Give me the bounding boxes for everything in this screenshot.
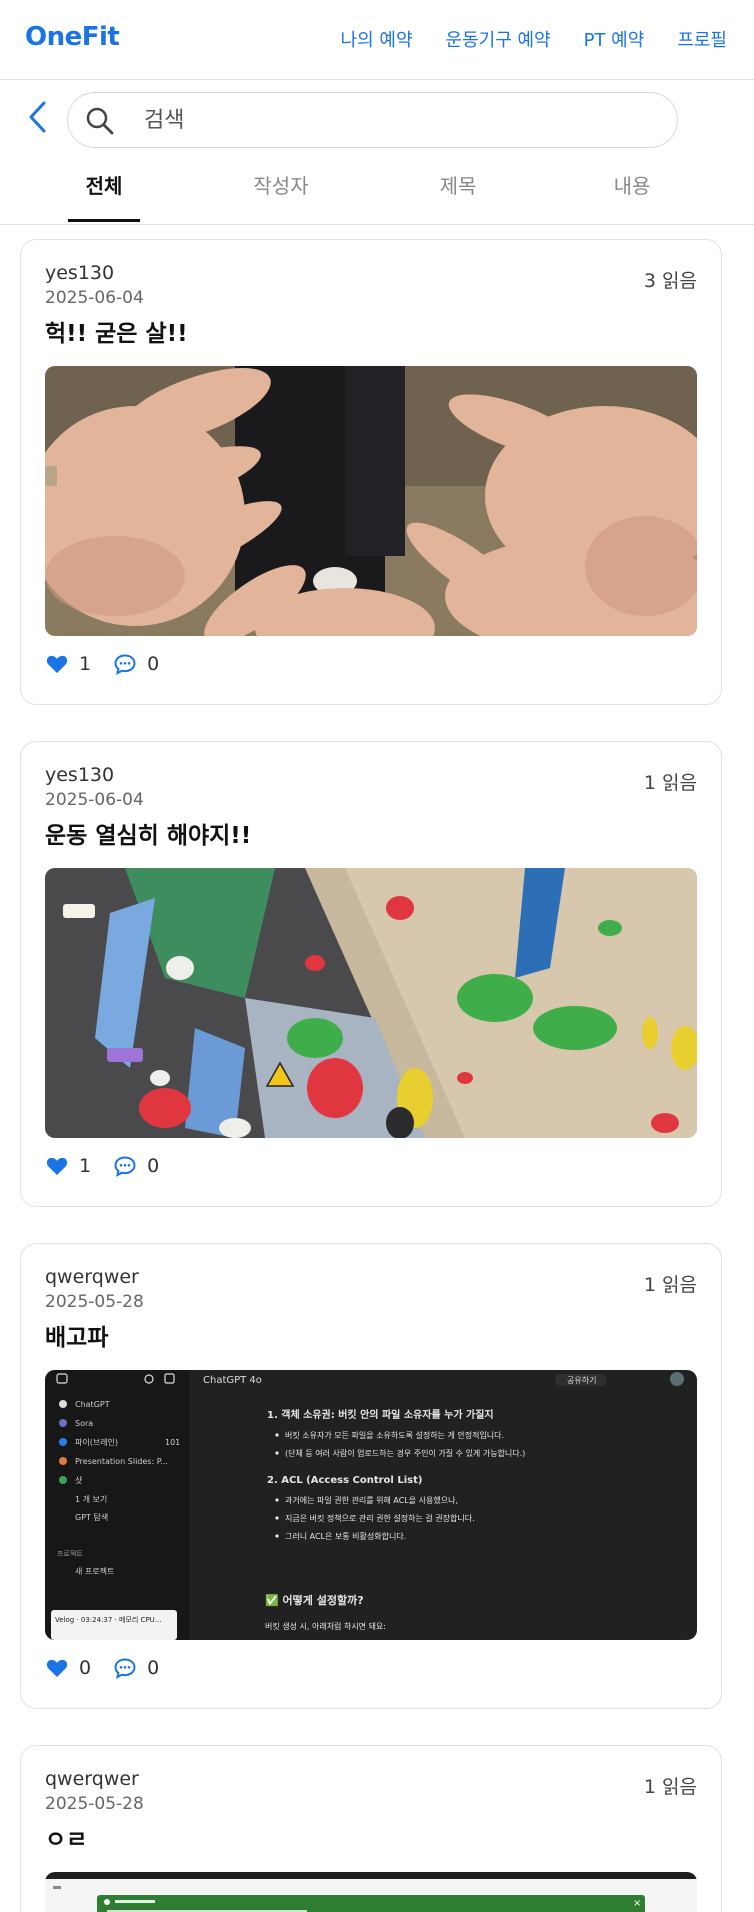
search-icon: [86, 107, 114, 135]
chevron-left-icon: [29, 101, 46, 133]
post-card[interactable]: yes130 2025-06-04 1 읽음 운동 열심히 해야지!! 1 0: [20, 741, 722, 1207]
like-count: 0: [79, 1657, 92, 1679]
nav-pt-reservation[interactable]: PT 예약: [584, 26, 645, 52]
shot-bottom-tag: Velog · 03:24:37 · 메모리 CPU...: [55, 1615, 161, 1624]
top-nav: 나의 예약 운동기구 예약 PT 예약 프로필: [341, 26, 727, 52]
tab-content[interactable]: 내용: [602, 170, 662, 222]
post-card[interactable]: qwerqwer 2025-05-28 1 읽음 배고파 ChatGPT 4o …: [20, 1243, 722, 1709]
shot-side-0: ChatGPT: [75, 1400, 110, 1409]
nav-equipment-reservation[interactable]: 운동기구 예약: [446, 26, 551, 52]
post-card[interactable]: yes130 2025-06-04 3 읽음 헉!! 굳은 살!! 1 0: [20, 239, 722, 705]
filter-tabs: 전체 작성자 제목 내용: [0, 160, 754, 225]
post-read-count: 1 읽음: [643, 1274, 697, 1296]
shot-b2-2: 그러니 ACL은 보통 비활성화합니다.: [285, 1531, 406, 1541]
comment-icon[interactable]: [113, 1656, 137, 1680]
post-read-count: 3 읽음: [643, 270, 697, 292]
comment-icon[interactable]: [113, 652, 137, 676]
post-author: qwerqwer: [45, 1768, 139, 1790]
heart-icon[interactable]: [45, 1154, 69, 1178]
shot-side-5: 1 개 보기: [75, 1494, 107, 1504]
tab-author[interactable]: 작성자: [246, 170, 316, 222]
post-title[interactable]: 배고파: [45, 1318, 108, 1352]
post-image-climbing-wall[interactable]: [45, 868, 697, 1138]
brand-logo[interactable]: OneFit: [25, 22, 120, 52]
shot-side-3: Presentation Slides: P...: [75, 1457, 168, 1466]
shot-b2-1: 지금은 버킷 정책으로 관리 권한 설정하는 걸 권장합니다.: [285, 1513, 475, 1523]
tab-title[interactable]: 제목: [428, 170, 488, 222]
post-date: 2025-06-04: [45, 790, 144, 810]
post-image-hands[interactable]: [45, 366, 697, 636]
shot-side-2: 파이(브레인): [75, 1437, 118, 1447]
post-read-count: 1 읽음: [643, 772, 697, 794]
heart-icon[interactable]: [45, 1656, 69, 1680]
post-title[interactable]: 헉!! 굳은 살!!: [45, 314, 188, 348]
post-stats: 1 0: [45, 1152, 159, 1180]
shot-side-8: 새 프로젝트: [75, 1566, 114, 1576]
svg-text:×: ×: [633, 1898, 641, 1909]
comment-count: 0: [147, 653, 160, 675]
comment-count: 0: [147, 1657, 160, 1679]
like-count: 1: [79, 653, 92, 675]
post-date: 2025-05-28: [45, 1794, 144, 1814]
nav-profile[interactable]: 프로필: [677, 26, 727, 52]
shot-side-1: Sora: [75, 1419, 93, 1428]
shot-b1-1: (단체 등 여러 사람이 업로드하는 경우 주인이 가질 수 있게 가능합니다.…: [285, 1448, 525, 1458]
post-author: qwerqwer: [45, 1266, 139, 1288]
heart-icon[interactable]: [45, 652, 69, 676]
post-stats: 0 0: [45, 1654, 159, 1682]
shot-side-6: GPT 탐색: [75, 1512, 108, 1522]
post-date: 2025-06-04: [45, 288, 144, 308]
shot-side-4: 샷: [75, 1476, 83, 1485]
post-title[interactable]: ㅇㄹ: [45, 1820, 87, 1854]
post-stats: 1 0: [45, 650, 159, 678]
post-author: yes130: [45, 764, 115, 786]
shot-tail: 버킷 생성 시, 아래처럼 하시면 돼요:: [265, 1621, 386, 1631]
shot-app-header: ChatGPT 4o: [203, 1375, 262, 1386]
post-date: 2025-05-28: [45, 1292, 144, 1312]
nav-my-reservations[interactable]: 나의 예약: [341, 26, 413, 52]
shot-side-7: 프로젝트: [57, 1549, 83, 1558]
post-image-screenshot[interactable]: ×: [45, 1872, 697, 1912]
comment-icon[interactable]: [113, 1154, 137, 1178]
post-read-count: 1 읽음: [643, 1776, 697, 1798]
shot-side-count: 101: [165, 1438, 180, 1447]
tab-all[interactable]: 전체: [68, 170, 140, 222]
shot-b1-0: 버킷 소유자가 모든 파일을 소유하도록 설정하는 게 안정적입니다.: [285, 1430, 504, 1440]
comment-count: 0: [147, 1155, 160, 1177]
shot-heading-1: 1. 객체 소유권: 버킷 안의 파일 소유자를 누가 가질지: [267, 1408, 494, 1421]
search-bar[interactable]: [67, 92, 678, 148]
top-header: OneFit 나의 예약 운동기구 예약 PT 예약 프로필: [0, 0, 754, 80]
shot-heading-2: 2. ACL (Access Control List): [267, 1475, 422, 1486]
post-author: yes130: [45, 262, 115, 284]
shot-heading-3: ✅ 어떻게 설정할까?: [265, 1593, 364, 1607]
like-count: 1: [79, 1155, 92, 1177]
post-card[interactable]: qwerqwer 2025-05-28 1 읽음 ㅇㄹ ×: [20, 1745, 722, 1912]
shot-b2-0: 과거에는 파일 권한 관리를 위해 ACL을 사용했으나,: [285, 1495, 458, 1505]
shot-share: 공유하기: [567, 1375, 596, 1385]
post-title[interactable]: 운동 열심히 해야지!!: [45, 816, 251, 850]
post-image-screenshot[interactable]: ChatGPT 4o 공유하기 ChatGPT Sora 파이(브레인) 101…: [45, 1370, 697, 1640]
back-button[interactable]: [26, 100, 52, 134]
search-input[interactable]: [144, 103, 644, 137]
